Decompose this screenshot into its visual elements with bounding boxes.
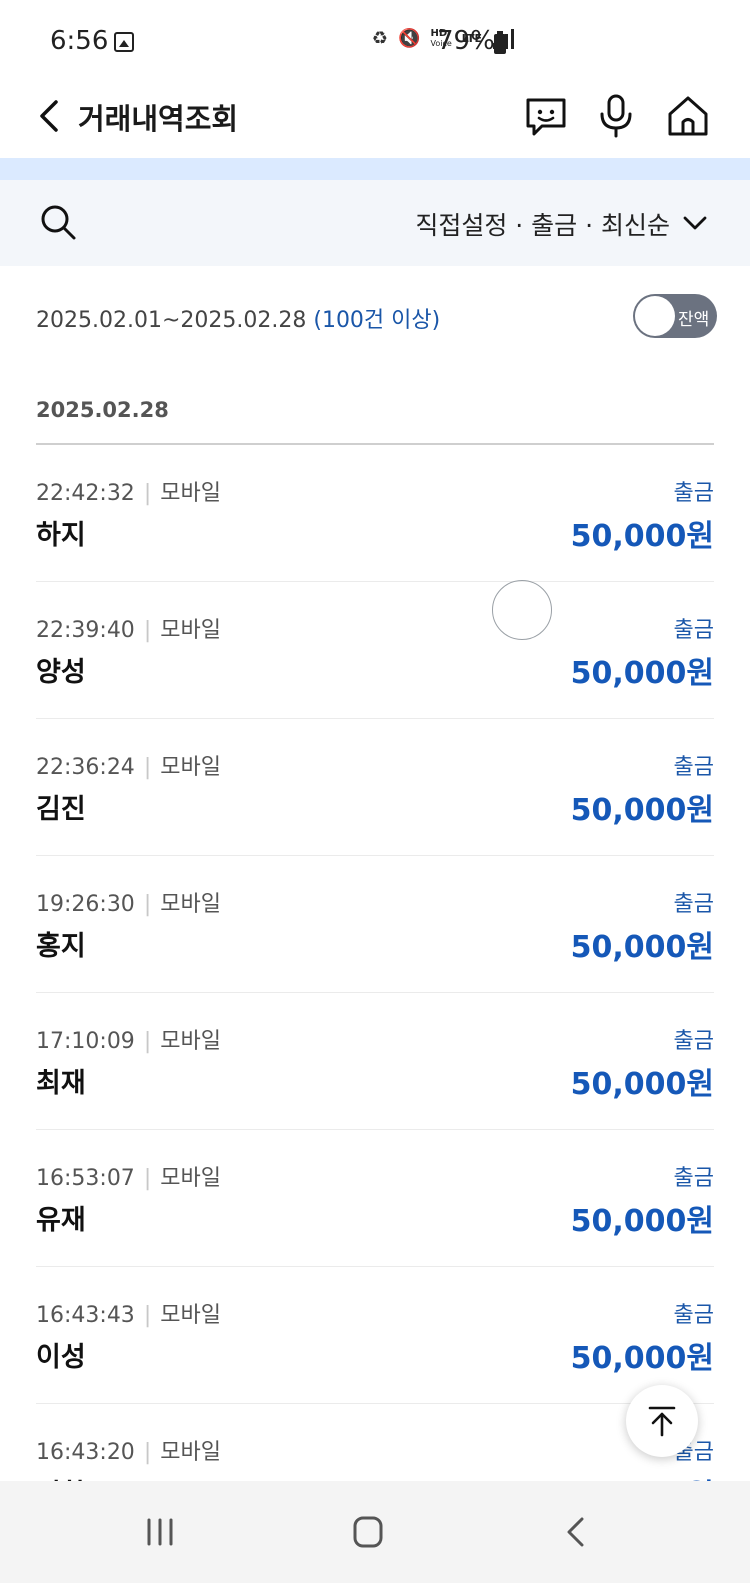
filter-summary[interactable]: 직접설정 · 출금 · 최신순 — [415, 206, 670, 242]
tx-name: 김진 — [36, 794, 86, 825]
header-band — [0, 158, 750, 180]
tx-amount: 50,000원 — [570, 793, 714, 828]
tx-separator: | — [143, 618, 152, 643]
tx-channel: 모바일 — [160, 1166, 221, 1191]
date-group-header: 2025.02.28 — [36, 398, 169, 422]
tx-time-value: 16:53:07 — [36, 1166, 135, 1191]
search-icon[interactable] — [38, 202, 78, 242]
tx-separator: | — [143, 481, 152, 506]
back-icon[interactable] — [32, 96, 72, 136]
tx-amount: 50,000원 — [570, 1067, 714, 1102]
tx-channel: 모바일 — [160, 1303, 221, 1328]
tx-type: 출금 — [673, 481, 714, 506]
tx-type: 출금 — [673, 1303, 714, 1328]
arrow-up-icon — [648, 1406, 676, 1437]
battery-saver-icon: ♻ — [371, 28, 389, 49]
tx-time-value: 17:10:09 — [36, 1029, 135, 1054]
tx-separator: | — [143, 755, 152, 780]
system-nav-bar — [0, 1481, 750, 1583]
status-bar: 6:56 ♻ 🔇 HD Voice LTE 79% — [0, 0, 750, 86]
page-title: 거래내역조회 — [78, 102, 239, 136]
tx-channel: 모바일 — [160, 892, 221, 917]
tx-separator: | — [143, 1440, 152, 1465]
mic-icon[interactable] — [592, 92, 640, 140]
tx-name: 양성 — [36, 657, 86, 688]
tx-time-value: 22:39:40 — [36, 618, 135, 643]
tx-name: 유재 — [36, 1205, 86, 1236]
tx-name: 홍지 — [36, 931, 86, 962]
tx-time: 17:10:09 | 모바일 — [36, 1023, 221, 1055]
battery-icon — [494, 31, 506, 54]
balance-toggle[interactable]: 잔액 — [633, 294, 717, 338]
transaction-row[interactable]: 17:10:09 | 모바일 최재 출금 50,000원 — [0, 993, 750, 1130]
tx-amount: 50,000원 — [570, 519, 714, 554]
date-range-row: 2025.02.01~2025.02.28 (100건 이상) 잔액 — [0, 294, 750, 340]
tx-type: 출금 — [673, 892, 714, 917]
gallery-icon — [114, 32, 134, 52]
balance-toggle-label: 잔액 — [678, 310, 710, 330]
transaction-list: 22:42:32 | 모바일 하지 출금 50,000원 22:39:40 | 모바일 … — [0, 445, 750, 1541]
date-range: 2025.02.01~2025.02.28 (100건 이상) — [36, 302, 440, 334]
tx-amount: 50,000원 — [570, 1341, 714, 1376]
transaction-row[interactable]: 22:39:40 | 모바일 양성 출금 50,000원 — [0, 582, 750, 719]
tx-separator: | — [143, 1029, 152, 1054]
battery-percent: 79% — [437, 26, 495, 56]
transaction-row[interactable]: 22:36:24 | 모바일 김진 출금 50,000원 — [0, 719, 750, 856]
tx-time-value: 22:42:32 — [36, 481, 135, 506]
tx-amount: 50,000원 — [570, 1204, 714, 1239]
tx-separator: | — [143, 1303, 152, 1328]
tx-type: 출금 — [673, 1166, 714, 1191]
transaction-row[interactable]: 16:43:43 | 모바일 이성 출금 50,000원 — [0, 1267, 750, 1404]
result-count: (100건 이상) — [313, 308, 441, 333]
tx-time: 16:43:20 | 모바일 — [36, 1434, 221, 1466]
chat-icon[interactable] — [522, 92, 570, 140]
home-nav-icon[interactable] — [343, 1507, 393, 1557]
tx-channel: 모바일 — [160, 1440, 221, 1465]
tx-time: 19:26:30 | 모바일 — [36, 886, 221, 918]
tx-time-value: 22:36:24 — [36, 755, 135, 780]
tx-amount: 50,000원 — [570, 656, 714, 691]
tx-time-value: 19:26:30 — [36, 892, 135, 917]
tx-type: 출금 — [673, 1029, 714, 1054]
tx-type: 출금 — [673, 618, 714, 643]
tx-channel: 모바일 — [160, 618, 221, 643]
transaction-row[interactable]: 16:53:07 | 모바일 유재 출금 50,000원 — [0, 1130, 750, 1267]
tx-time: 16:53:07 | 모바일 — [36, 1160, 221, 1192]
toggle-knob — [635, 296, 675, 336]
tx-time: 16:43:43 | 모바일 — [36, 1297, 221, 1329]
touch-indicator — [492, 580, 552, 640]
tx-time: 22:39:40 | 모바일 — [36, 612, 221, 644]
tx-type: 출금 — [673, 755, 714, 780]
status-time: 6:56 — [50, 26, 109, 56]
tx-separator: | — [143, 892, 152, 917]
back-nav-icon[interactable] — [551, 1507, 601, 1557]
tx-time-value: 16:43:43 — [36, 1303, 135, 1328]
scroll-to-top-button[interactable] — [626, 1385, 698, 1457]
tx-time: 22:36:24 | 모바일 — [36, 749, 221, 781]
tx-separator: | — [143, 1166, 152, 1191]
tx-name: 이성 — [36, 1342, 86, 1373]
tx-channel: 모바일 — [160, 755, 221, 780]
tx-time: 22:42:32 | 모바일 — [36, 475, 221, 507]
home-icon[interactable] — [664, 92, 712, 140]
tx-name: 하지 — [36, 520, 86, 551]
tx-channel: 모바일 — [160, 1029, 221, 1054]
transaction-row[interactable]: 22:42:32 | 모바일 하지 출금 50,000원 — [0, 445, 750, 582]
tx-channel: 모바일 — [160, 481, 221, 506]
app-header: 거래내역조회 — [0, 86, 750, 158]
recents-icon[interactable] — [135, 1507, 185, 1557]
date-range-dates: 2025.02.01~2025.02.28 — [36, 308, 307, 333]
tx-time-value: 16:43:20 — [36, 1440, 135, 1465]
tx-amount: 50,000원 — [570, 930, 714, 965]
mute-icon: 🔇 — [398, 28, 421, 49]
chevron-down-icon[interactable] — [682, 210, 708, 236]
transaction-row[interactable]: 19:26:30 | 모바일 홍지 출금 50,000원 — [0, 856, 750, 993]
tx-name: 최재 — [36, 1068, 86, 1099]
filter-bar[interactable]: 직접설정 · 출금 · 최신순 — [0, 180, 750, 266]
